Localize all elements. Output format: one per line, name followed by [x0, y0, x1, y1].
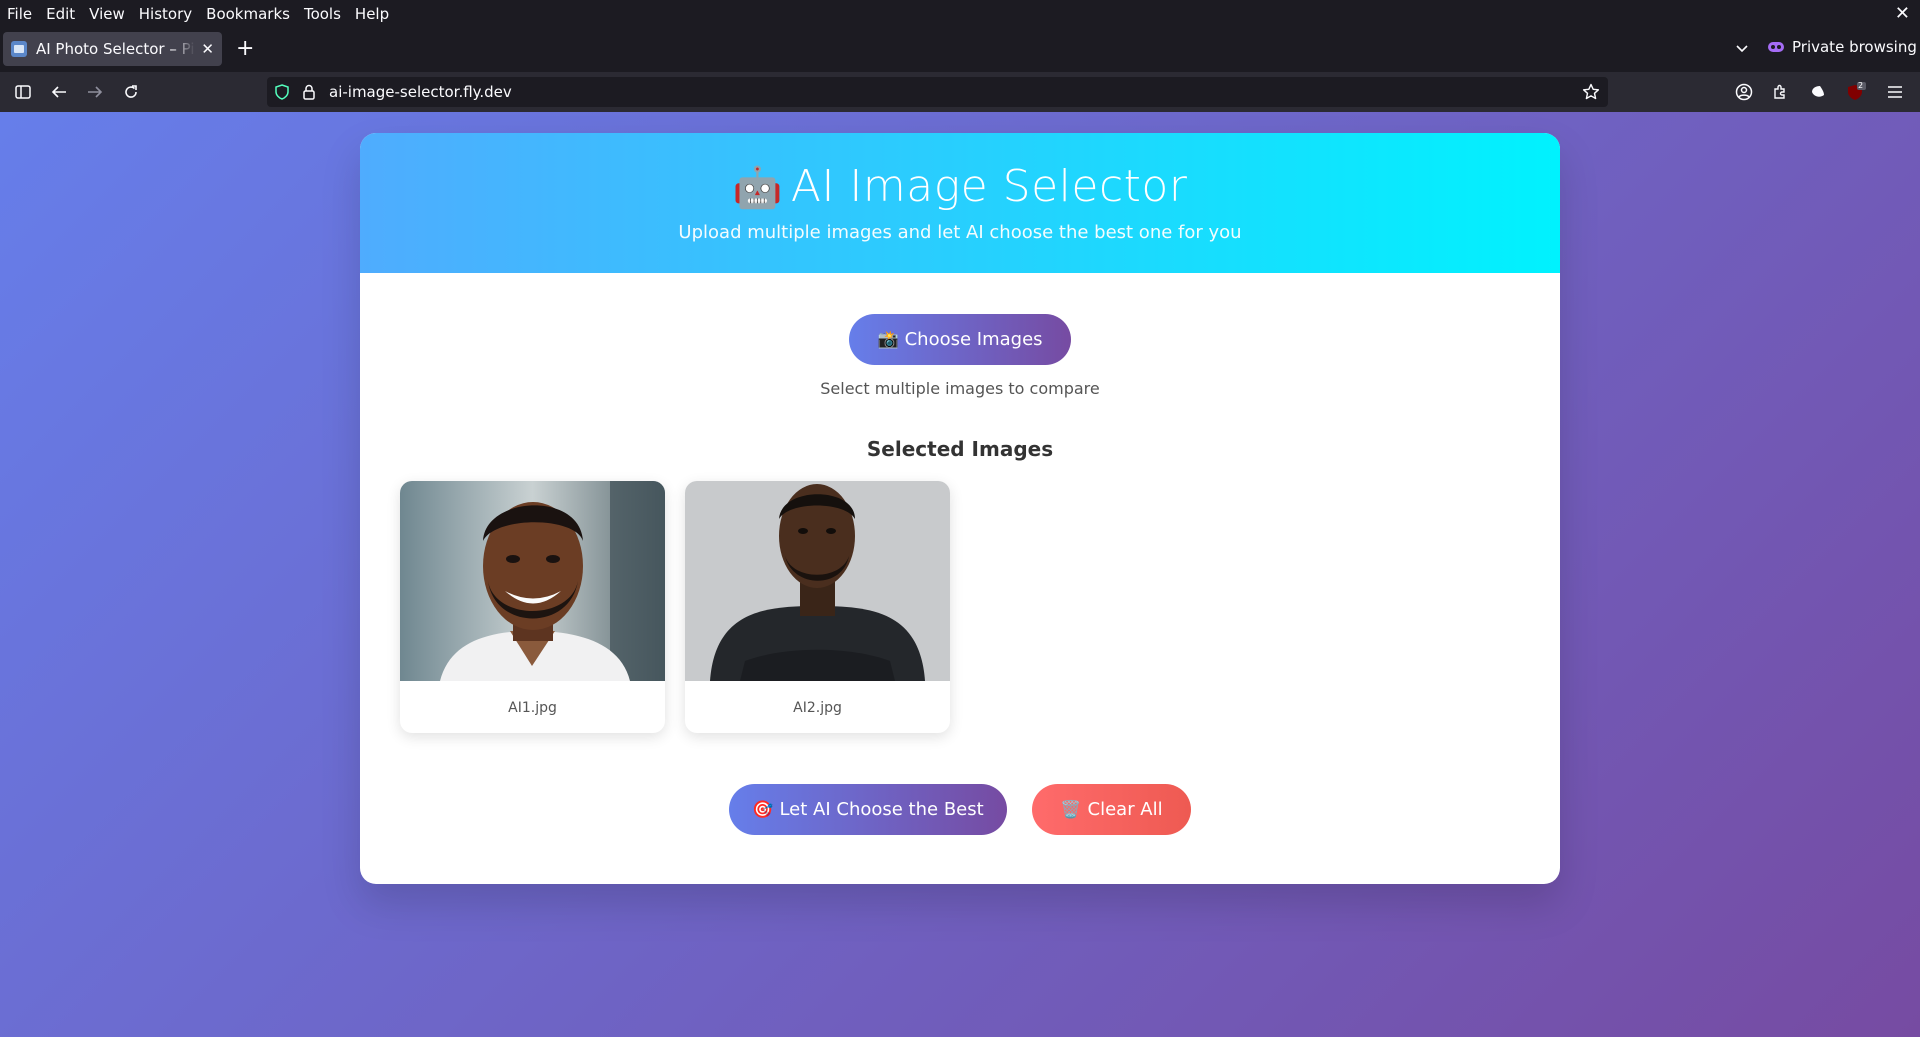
image-preview-2: [685, 481, 950, 681]
back-arrow-icon[interactable]: [49, 82, 69, 102]
ublock-extension-icon[interactable]: 2: [1846, 81, 1866, 102]
hamburger-menu-icon[interactable]: [1885, 82, 1905, 102]
private-mask-icon: [1768, 42, 1784, 52]
page-subtitle: Upload multiple images and let AI choose…: [678, 222, 1242, 243]
clear-all-label: Clear All: [1087, 799, 1163, 820]
new-tab-button[interactable]: +: [236, 36, 254, 62]
selected-images-heading: Selected Images: [866, 437, 1054, 461]
clear-all-button[interactable]: 🗑️ Clear All: [1032, 784, 1191, 835]
choose-images-label: Choose Images: [904, 329, 1043, 350]
page-title: 🤖 AI Image Selector: [360, 161, 1560, 214]
tab-title: AI Photo Selector – Pick the Best: [35, 40, 195, 58]
menu-bar: File Edit View History Bookmarks Tools H…: [0, 0, 1920, 28]
camera-icon: 📸: [877, 329, 899, 350]
choose-images-button[interactable]: 📸 Choose Images: [849, 314, 1071, 365]
menu-history[interactable]: History: [132, 0, 199, 28]
extension-leaf-icon[interactable]: [1808, 82, 1828, 102]
navigation-bar: ai-image-selector.fly.dev 2: [0, 72, 1920, 112]
image-card-1[interactable]: AI1.jpg: [400, 481, 665, 733]
url-text[interactable]: ai-image-selector.fly.dev: [329, 83, 512, 101]
ai-choose-label: Let AI Choose the Best: [779, 799, 984, 820]
app-card: 🤖 AI Image Selector Upload multiple image…: [360, 133, 1560, 884]
page-favicon-icon: [11, 41, 27, 57]
choose-images-hint: Select multiple images to compare: [820, 379, 1100, 398]
url-bar[interactable]: ai-image-selector.fly.dev: [267, 77, 1608, 107]
private-browsing-label: Private browsing: [1792, 38, 1917, 56]
tab-strip: AI Photo Selector – Pick the Best ✕ + Pr…: [0, 28, 1920, 72]
robot-icon: 🤖: [732, 165, 783, 211]
extension-badge: 2: [1858, 81, 1864, 90]
ai-choose-button[interactable]: 🎯 Let AI Choose the Best: [729, 784, 1007, 835]
image-preview-1: [400, 481, 665, 681]
bookmark-star-icon[interactable]: [1582, 83, 1600, 101]
window-close-icon[interactable]: ✕: [1895, 3, 1910, 24]
forward-arrow-icon[interactable]: [85, 82, 105, 102]
menu-bookmarks[interactable]: Bookmarks: [199, 0, 297, 28]
menu-view[interactable]: View: [82, 0, 132, 28]
image-card-2[interactable]: AI2.jpg: [685, 481, 950, 733]
extensions-puzzle-icon[interactable]: [1770, 82, 1790, 102]
menu-file[interactable]: File: [0, 0, 39, 28]
page-title-text: AI Image Selector: [790, 161, 1188, 212]
tracking-shield-icon[interactable]: [275, 84, 289, 100]
trash-icon: 🗑️: [1060, 799, 1082, 820]
image-filename-2: AI2.jpg: [793, 700, 842, 716]
image-filename-1: AI1.jpg: [508, 700, 557, 716]
private-browsing-indicator: Private browsing: [1768, 38, 1917, 56]
menu-help[interactable]: Help: [348, 0, 396, 28]
account-icon[interactable]: [1734, 82, 1754, 102]
reload-icon[interactable]: [121, 82, 141, 102]
target-icon: 🎯: [752, 799, 774, 820]
page-viewport: 🤖 AI Image Selector Upload multiple image…: [0, 112, 1920, 1037]
chevron-down-icon[interactable]: [1734, 40, 1750, 56]
tab-close-icon[interactable]: ✕: [201, 40, 214, 58]
lock-icon[interactable]: [303, 84, 315, 100]
tab-active[interactable]: AI Photo Selector – Pick the Best ✕: [3, 32, 222, 66]
menu-tools[interactable]: Tools: [297, 0, 348, 28]
app-header: 🤖 AI Image Selector Upload multiple image…: [360, 133, 1560, 273]
sidebar-toggle-icon[interactable]: [13, 82, 33, 102]
menu-edit[interactable]: Edit: [39, 0, 82, 28]
